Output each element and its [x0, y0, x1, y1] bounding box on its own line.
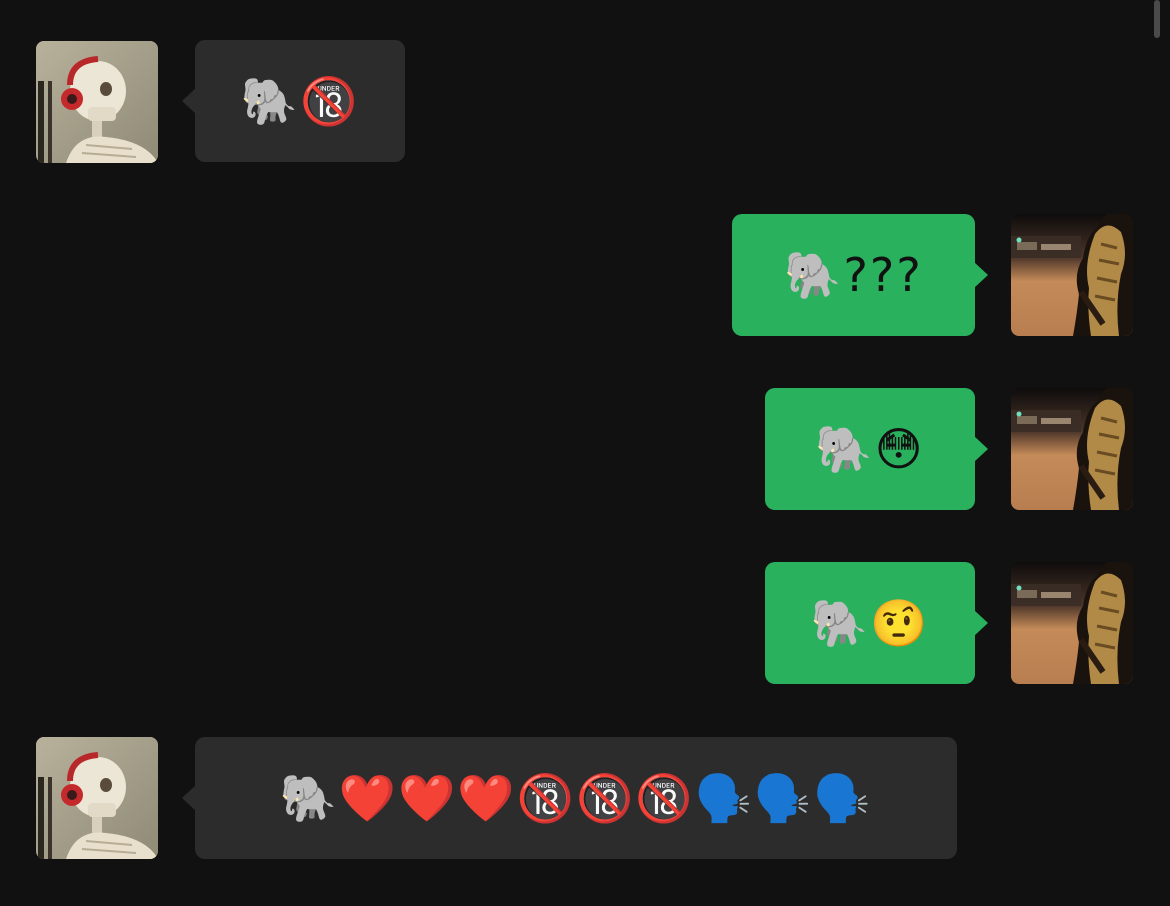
skeleton-avatar-image — [36, 737, 158, 859]
message-text: 🐘??? — [784, 248, 923, 302]
message-bubble-outgoing[interactable]: 🐘🤨 — [765, 562, 975, 684]
chat-window: 🐘🔞 🐘??? 🐘😳 🐘🤨 🐘❤️❤️❤️🔞🔞🔞🗣️🗣️🗣️ — [0, 0, 1170, 906]
contact-avatar[interactable] — [36, 737, 158, 859]
armor-avatar-image — [1011, 214, 1133, 336]
message-text: 🐘🔞 — [240, 74, 360, 128]
self-avatar[interactable] — [1011, 388, 1133, 510]
message-bubble-outgoing[interactable]: 🐘😳 — [765, 388, 975, 510]
self-avatar[interactable] — [1011, 214, 1133, 336]
message-text: 🐘❤️❤️❤️🔞🔞🔞🗣️🗣️🗣️ — [279, 771, 873, 825]
skeleton-avatar-image — [36, 41, 158, 163]
armor-avatar-image — [1011, 388, 1133, 510]
message-text: 🐘🤨 — [810, 596, 930, 650]
armor-avatar-image — [1011, 562, 1133, 684]
message-bubble-outgoing[interactable]: 🐘??? — [732, 214, 975, 336]
contact-avatar[interactable] — [36, 41, 158, 163]
message-bubble-incoming[interactable]: 🐘❤️❤️❤️🔞🔞🔞🗣️🗣️🗣️ — [195, 737, 957, 859]
message-text: 🐘😳 — [815, 422, 925, 476]
scrollbar-thumb[interactable] — [1154, 0, 1160, 38]
message-bubble-incoming[interactable]: 🐘🔞 — [195, 40, 405, 162]
self-avatar[interactable] — [1011, 562, 1133, 684]
